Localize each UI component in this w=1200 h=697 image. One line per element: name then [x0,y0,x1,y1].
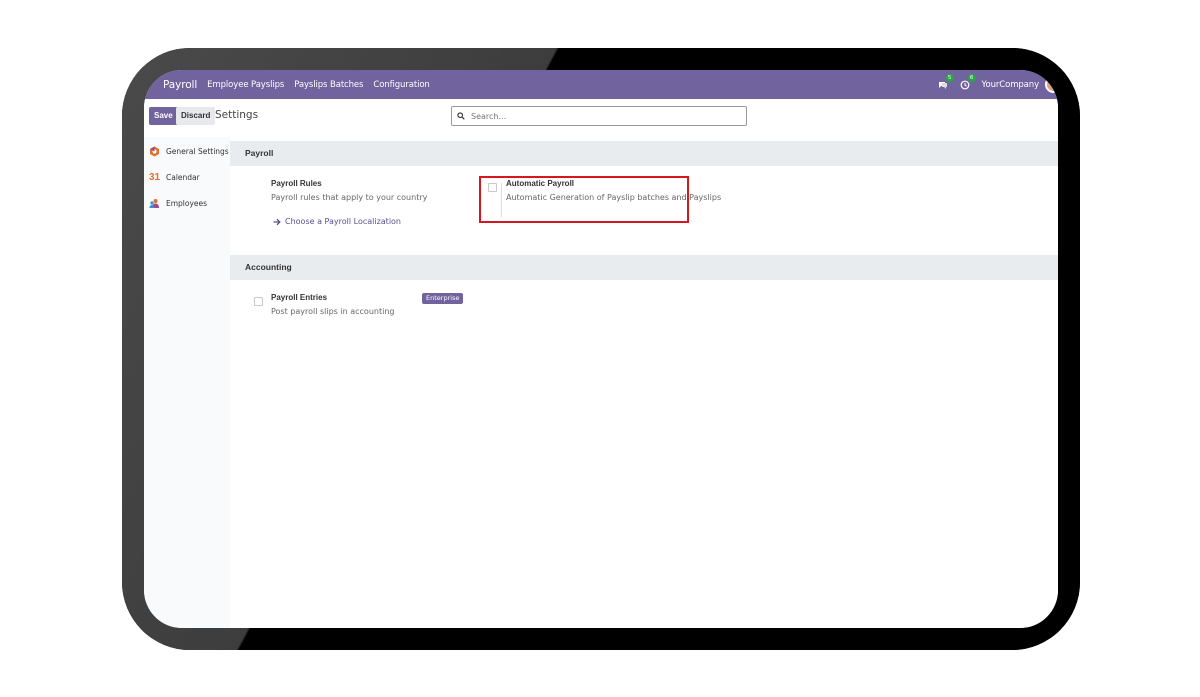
save-button[interactable]: Save [149,107,178,125]
user-avatar[interactable] [1045,76,1058,93]
control-panel: Save Discard Settings [144,99,1058,138]
company-switcher[interactable]: YourCompany [982,80,1040,90]
choose-localization-label: Choose a Payroll Localization [285,217,402,226]
employees-icon [149,198,160,209]
clock-icon [960,80,969,89]
settings-sidebar: General Settings 31 Calendar Employees [144,137,231,628]
menu-configuration[interactable]: Configuration [373,80,429,90]
discard-button[interactable]: Discard [176,107,216,125]
section-header-accounting: Accounting [230,255,1058,280]
menu-payslips-batches[interactable]: Payslips Batches [294,80,363,90]
arrow-right-icon [273,218,281,226]
breadcrumb: Settings [215,109,259,121]
device-frame: Payroll Employee Payslips Payslips Batch… [122,48,1080,650]
sidebar-item-employees[interactable]: Employees [144,190,230,216]
sidebar-item-general-settings[interactable]: General Settings [144,138,230,164]
chat-icon [938,81,947,89]
app-screen: Payroll Employee Payslips Payslips Batch… [144,70,1058,628]
odoo-logo-icon [149,146,160,157]
search-box[interactable] [451,106,747,126]
highlight-box [479,176,689,223]
payroll-entries-desc: Post payroll slips in accounting [271,307,395,316]
navbar-systray: 5 6 YourCompany [938,70,1058,99]
activities-button[interactable]: 6 [960,73,976,90]
search-input[interactable] [471,111,721,121]
payroll-entries-checkbox[interactable] [254,297,263,306]
payroll-rules-desc: Payroll rules that apply to your country [271,193,428,202]
calendar-31-icon: 31 [148,171,161,183]
search-icon [457,112,465,120]
messages-button[interactable]: 5 [938,73,954,90]
app-title[interactable]: Payroll [163,79,197,91]
choose-localization-link[interactable]: Choose a Payroll Localization [273,217,401,226]
top-navbar: Payroll Employee Payslips Payslips Batch… [144,70,1058,99]
sidebar-item-calendar[interactable]: 31 Calendar [144,164,230,190]
payroll-entries-title: Payroll Entries [271,293,328,302]
payroll-rules-title: Payroll Rules [271,179,322,188]
section-header-payroll: Payroll [230,141,1058,166]
menu-employee-payslips[interactable]: Employee Payslips [207,80,284,90]
sidebar-item-label: Calendar [166,172,200,182]
enterprise-badge: Enterprise [422,293,464,304]
sidebar-item-label: Employees [166,198,208,208]
sidebar-item-label: General Settings [166,146,229,156]
messages-badge: 5 [945,73,954,82]
activities-badge: 6 [967,73,976,82]
settings-content: Payroll Payroll Rules Payroll rules that… [230,137,1058,628]
